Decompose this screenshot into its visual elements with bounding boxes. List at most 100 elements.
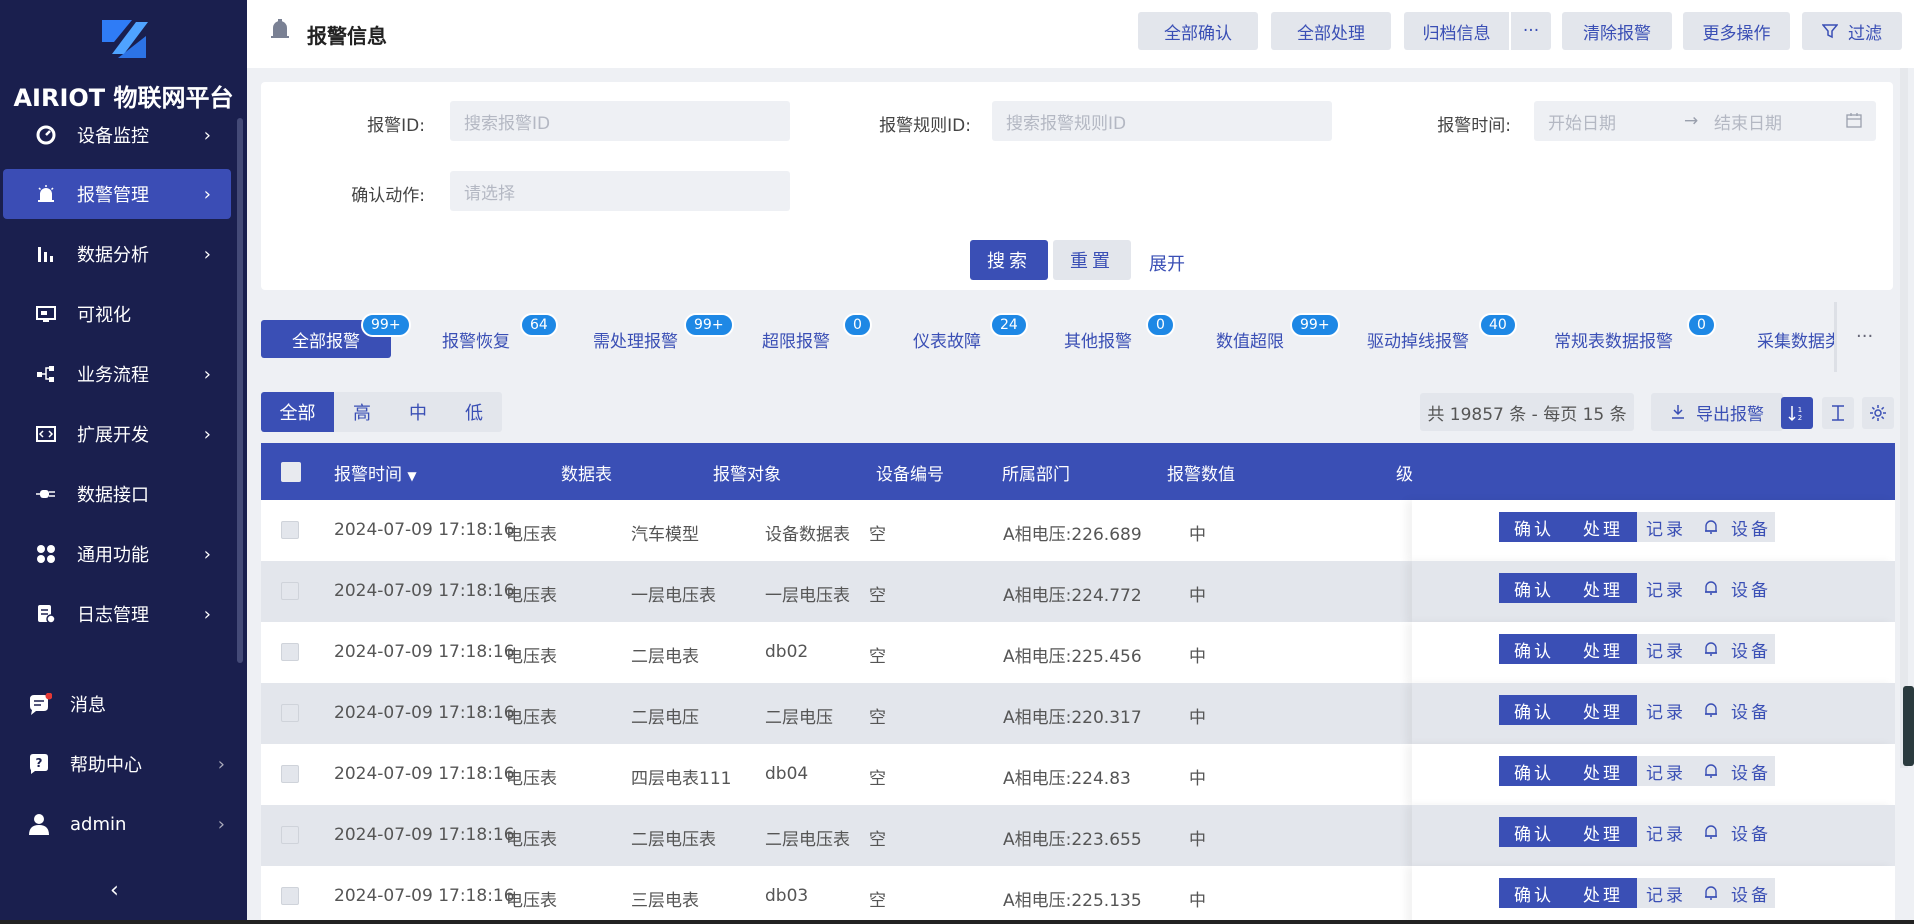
- alarm-bell-button[interactable]: [1695, 695, 1727, 725]
- confirm-button[interactable]: 确认: [1499, 878, 1569, 908]
- sort-toggle-button[interactable]: 12: [1781, 397, 1813, 429]
- handle-button[interactable]: 处理: [1569, 878, 1637, 908]
- handle-button[interactable]: 处理: [1569, 512, 1637, 542]
- sidebar-item-user[interactable]: admin ›: [0, 799, 247, 849]
- end-date-input[interactable]: 结束日期: [1714, 109, 1782, 134]
- tab-meter-fault[interactable]: 仪表故障: [913, 320, 981, 358]
- record-button[interactable]: 记录: [1637, 634, 1695, 664]
- handle-button[interactable]: 处理: [1569, 817, 1637, 847]
- handle-button[interactable]: 处理: [1569, 695, 1637, 725]
- alarm-bell-button[interactable]: [1695, 634, 1727, 664]
- page-scrollbar-thumb[interactable]: [1903, 686, 1914, 766]
- device-button[interactable]: 设备: [1727, 695, 1775, 725]
- confirm-button[interactable]: 确认: [1499, 695, 1569, 725]
- tab-other-alarms[interactable]: 其他报警: [1064, 320, 1132, 358]
- handle-button[interactable]: 处理: [1569, 573, 1637, 603]
- tab-alarm-recovery[interactable]: 报警恢复: [442, 320, 510, 358]
- table-row[interactable]: 2024-07-09 17:18:16 电压表 二层电表 db02 空 A相电压:225.…: [261, 622, 1895, 683]
- settings-button[interactable]: [1862, 397, 1894, 429]
- device-button[interactable]: 设备: [1727, 634, 1775, 664]
- sidebar-item-common-functions[interactable]: 通用功能 ›: [3, 529, 231, 579]
- confirm-button[interactable]: 确认: [1499, 817, 1569, 847]
- search-button[interactable]: 搜索: [970, 240, 1048, 280]
- confirm-action-select[interactable]: 请选择: [450, 171, 790, 211]
- device-button[interactable]: 设备: [1727, 573, 1775, 603]
- level-low[interactable]: 低: [446, 392, 502, 432]
- archive-button[interactable]: 归档信息: [1404, 12, 1509, 50]
- level-high[interactable]: 高: [334, 392, 390, 432]
- sidebar-item-data-analysis[interactable]: 数据分析 ›: [3, 229, 231, 279]
- tab-regular-table-alarm[interactable]: 常规表数据报警: [1554, 320, 1673, 358]
- row-checkbox[interactable]: [281, 826, 299, 844]
- level-all[interactable]: 全部: [261, 392, 334, 432]
- sidebar-item-alarm-management[interactable]: 报警管理 ›: [3, 169, 231, 219]
- row-checkbox[interactable]: [281, 887, 299, 905]
- row-checkbox[interactable]: [281, 704, 299, 722]
- sidebar-item-workflow[interactable]: 业务流程 ›: [3, 349, 231, 399]
- alarm-bell-button[interactable]: [1695, 817, 1727, 847]
- column-header-alarm-time[interactable]: 报警时间 ▼: [334, 460, 417, 485]
- sidebar-item-help-center[interactable]: ? 帮助中心 ›: [0, 739, 247, 789]
- table-row[interactable]: 2024-07-09 17:18:16 电压表 二层电压 二层电压 空 A相电压:220.…: [261, 683, 1895, 744]
- device-button[interactable]: 设备: [1727, 878, 1775, 908]
- row-checkbox[interactable]: [281, 582, 299, 600]
- rule-id-input[interactable]: 搜索报警规则ID: [992, 101, 1332, 141]
- level-medium[interactable]: 中: [390, 392, 446, 432]
- record-button[interactable]: 记录: [1637, 695, 1695, 725]
- alarm-bell-button[interactable]: [1695, 512, 1727, 542]
- handle-all-button[interactable]: 全部处理: [1271, 12, 1391, 50]
- sidebar-item-data-interface[interactable]: 数据接口: [3, 469, 231, 519]
- more-operations-button[interactable]: 更多操作: [1683, 12, 1790, 50]
- row-height-button[interactable]: [1822, 397, 1854, 429]
- record-button[interactable]: 记录: [1637, 756, 1695, 786]
- select-all-checkbox[interactable]: [281, 462, 301, 482]
- collapse-sidebar-button[interactable]: ‹: [110, 878, 119, 903]
- page-scrollbar-track[interactable]: [1900, 68, 1908, 768]
- table-row[interactable]: 2024-07-09 17:18:16 电压表 一层电压表 一层电压表空 A相电压:22…: [261, 561, 1895, 622]
- filter-button[interactable]: 过滤: [1802, 12, 1902, 50]
- confirm-button[interactable]: 确认: [1499, 512, 1569, 542]
- alarm-bell-button[interactable]: [1695, 573, 1727, 603]
- alarm-bell-button[interactable]: [1695, 878, 1727, 908]
- tab-over-limit[interactable]: 超限报警: [762, 320, 830, 358]
- confirm-button[interactable]: 确认: [1499, 634, 1569, 664]
- clear-alarms-button[interactable]: 清除报警: [1562, 12, 1672, 50]
- table-row[interactable]: 2024-07-09 17:18:16 电压表 汽车模型 设备数据表空 A相电压:226…: [261, 500, 1895, 561]
- alarm-id-input[interactable]: 搜索报警ID: [450, 101, 790, 141]
- record-button[interactable]: 记录: [1637, 817, 1695, 847]
- archive-more-button[interactable]: ···: [1511, 12, 1551, 50]
- table-row[interactable]: 2024-07-09 17:18:16 电压表 二层电压表 二层电压表空 A相电压:22…: [261, 805, 1895, 866]
- table-row[interactable]: 2024-07-09 17:18:16 电压表 四层电表111 db04 空 A相电压:2…: [261, 744, 1895, 805]
- tabs-more-button[interactable]: ···: [1856, 326, 1873, 347]
- tab-value-over-limit[interactable]: 数值超限: [1216, 320, 1284, 358]
- tab-collected-data[interactable]: 采集数据类: [1757, 320, 1834, 358]
- sidebar-scrollbar[interactable]: [237, 118, 243, 663]
- handle-button[interactable]: 处理: [1569, 634, 1637, 664]
- sidebar-item-messages[interactable]: 消息: [0, 679, 247, 729]
- alarm-bell-button[interactable]: [1695, 756, 1727, 786]
- handle-button[interactable]: 处理: [1569, 756, 1637, 786]
- sidebar-item-log-management[interactable]: 日志管理 ›: [3, 589, 231, 639]
- record-button[interactable]: 记录: [1637, 512, 1695, 542]
- sidebar-item-extension-dev[interactable]: 扩展开发 ›: [3, 409, 231, 459]
- expand-button[interactable]: 展开: [1149, 250, 1185, 276]
- tab-driver-offline[interactable]: 驱动掉线报警: [1367, 320, 1469, 358]
- tab-needs-handling[interactable]: 需处理报警: [593, 320, 678, 358]
- record-button[interactable]: 记录: [1637, 878, 1695, 908]
- export-alarms-button[interactable]: 导出报警: [1651, 393, 1783, 431]
- confirm-button[interactable]: 确认: [1499, 573, 1569, 603]
- start-date-input[interactable]: 开始日期: [1548, 109, 1616, 134]
- row-checkbox[interactable]: [281, 521, 299, 539]
- device-button[interactable]: 设备: [1727, 756, 1775, 786]
- row-checkbox[interactable]: [281, 643, 299, 661]
- confirm-button[interactable]: 确认: [1499, 756, 1569, 786]
- confirm-all-button[interactable]: 全部确认: [1138, 12, 1258, 50]
- sidebar-item-device-monitor[interactable]: 设备监控 ›: [3, 110, 231, 160]
- reset-button[interactable]: 重置: [1053, 240, 1131, 280]
- sort-desc-icon[interactable]: ▼: [407, 469, 416, 483]
- device-button[interactable]: 设备: [1727, 512, 1775, 542]
- row-checkbox[interactable]: [281, 765, 299, 783]
- sidebar-item-visualization[interactable]: 可视化: [3, 289, 231, 339]
- table-row[interactable]: 2024-07-09 17:18:16 电压表 三层电表 db03 空 A相电压:225.…: [261, 866, 1895, 924]
- record-button[interactable]: 记录: [1637, 573, 1695, 603]
